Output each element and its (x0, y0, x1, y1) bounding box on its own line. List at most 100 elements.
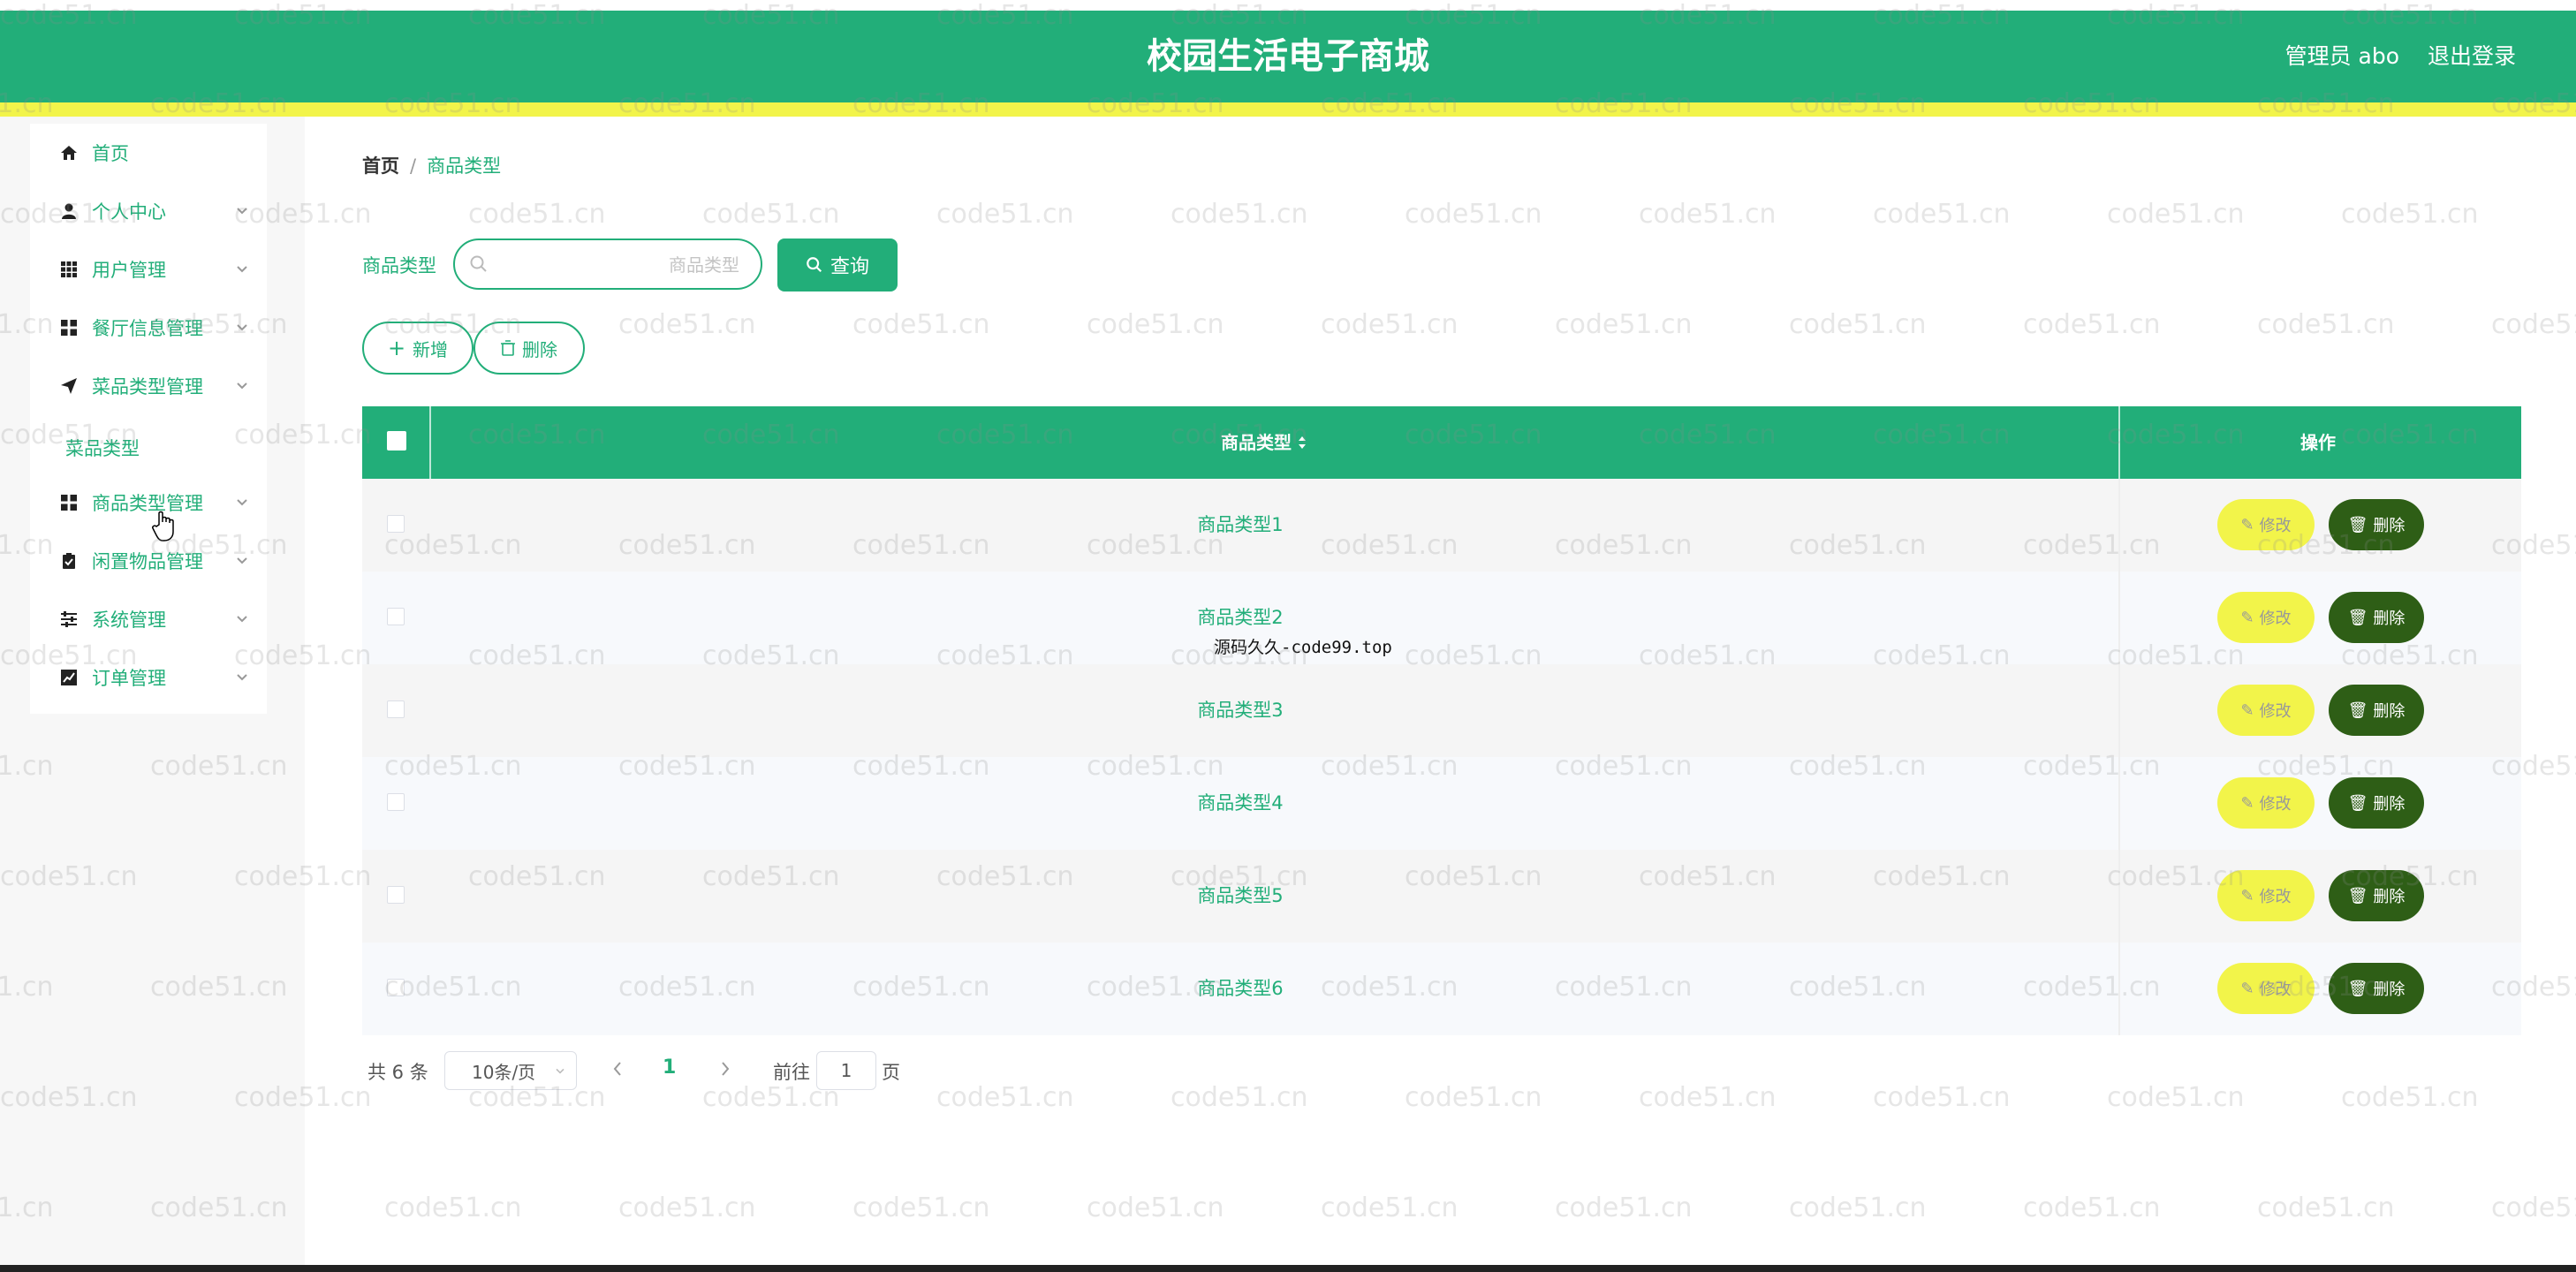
delete-button[interactable]: 🗑 删除 (2329, 685, 2424, 736)
send-icon (60, 377, 78, 395)
sidebar-item-dish-types[interactable]: 菜品类型管理 (30, 357, 267, 415)
delete-button[interactable]: 🗑 删除 (2329, 870, 2424, 921)
table-row: 商品类型2 ✎ 修改 🗑 删除 (362, 572, 2521, 664)
query-button[interactable]: 查询 (777, 238, 898, 292)
sidebar-item-idle-goods[interactable]: 闲置物品管理 (30, 532, 267, 590)
clipboard-icon (60, 552, 78, 570)
sidebar-item-system[interactable]: 系统管理 (30, 590, 267, 648)
sidebar-item-profile[interactable]: 个人中心 (30, 182, 267, 240)
column-divider (2118, 943, 2120, 1035)
sidebar-item-label: 菜品类型管理 (92, 376, 203, 398)
chevron-down-icon (237, 499, 247, 506)
watermark-text: code51.cn (2107, 1082, 2245, 1113)
edit-button[interactable]: ✎ 修改 (2217, 963, 2315, 1014)
sidebar-item-label: 闲置物品管理 (92, 551, 203, 572)
table-header: 商品类型 操作 (362, 406, 2521, 479)
sidebar-item-orders[interactable]: 订单管理 (30, 648, 267, 707)
breadcrumb-home[interactable]: 首页 (362, 155, 399, 177)
delete-button[interactable]: 🗑 删除 (2329, 592, 2424, 643)
edit-button[interactable]: ✎ 修改 (2217, 685, 2315, 736)
sidebar: 首页 个人中心 用户管理 餐厅信息管理 菜品类型管理 菜品类型 商品类型管理 闲… (30, 124, 267, 714)
edit-icon: ✎ (2240, 700, 2254, 720)
add-button[interactable]: + 新增 (362, 322, 474, 375)
watermark-text: code51.cn (1639, 199, 1777, 230)
edit-button[interactable]: ✎ 修改 (2217, 592, 2315, 643)
delete-button[interactable]: 🗑 删除 (2329, 499, 2424, 550)
edit-icon: ✎ (2240, 793, 2254, 813)
column-divider (2118, 850, 2120, 943)
watermark-text: code51.cn (852, 309, 990, 340)
edit-button-label: 修改 (2259, 610, 2292, 628)
chevron-down-icon (237, 208, 247, 215)
watermark-text: code51.cn (1087, 309, 1224, 340)
watermark-text: code51.cn (2341, 1082, 2479, 1113)
trash-icon: 🗑 (2347, 979, 2368, 998)
bulk-delete-button[interactable]: 删除 (474, 322, 585, 375)
delete-button-label: 删除 (2373, 888, 2406, 906)
watermark-text: code51.cn (384, 1192, 522, 1223)
delete-button[interactable]: 🗑 删除 (2329, 963, 2424, 1014)
watermark-text: code51.cn (2341, 199, 2479, 230)
watermark-text: code51.cn (1321, 1192, 1458, 1223)
watermark-text: code51.cn (1405, 1082, 1542, 1113)
column-divider (2118, 479, 2120, 572)
sidebar-item-home[interactable]: 首页 (30, 124, 267, 182)
watermark-text: code51.cn (702, 199, 840, 230)
table-row: 商品类型5 ✎ 修改 🗑 删除 (362, 850, 2521, 943)
chevron-down-icon (237, 266, 247, 273)
watermark-text: code51.cn (1789, 309, 1927, 340)
column-divider (2118, 757, 2120, 850)
watermark-text: code51.cn (2023, 309, 2161, 340)
watermark-text: code51.cn (1555, 1192, 1693, 1223)
search-label: 商品类型 (362, 255, 436, 276)
app-title: 校园生活电子商城 (1147, 36, 1429, 77)
breadcrumb: 首页 / 商品类型 (362, 152, 501, 178)
page-size-select[interactable]: 10条/页 (444, 1051, 577, 1090)
edit-button[interactable]: ✎ 修改 (2217, 777, 2315, 829)
cell-type: 商品类型5 (1197, 885, 1284, 906)
page-number[interactable]: 1 (663, 1056, 676, 1079)
delete-button-label: 删除 (2373, 980, 2406, 999)
sidebar-item-label: 订单管理 (92, 668, 166, 689)
chevron-down-icon (237, 557, 247, 564)
sidebar-item-product-types[interactable]: 商品类型管理 (30, 473, 267, 532)
next-page-icon[interactable] (716, 1056, 735, 1081)
watermark-text: code51.cn (1873, 1082, 2011, 1113)
edit-button[interactable]: ✎ 修改 (2217, 499, 2315, 550)
search-icon (807, 257, 822, 273)
breadcrumb-current: 商品类型 (427, 155, 502, 177)
header-accent-strip (0, 102, 2576, 117)
sidebar-item-restaurant[interactable]: 餐厅信息管理 (30, 299, 267, 357)
sidebar-item-label: 系统管理 (92, 610, 166, 631)
query-button-label: 查询 (830, 256, 869, 278)
watermark-text: code51.cn (2257, 309, 2395, 340)
trash-icon (501, 340, 515, 356)
trash-icon: 🗑 (2347, 793, 2368, 813)
watermark-text: code51.cn (1873, 199, 2011, 230)
column-header-type[interactable]: 商品类型 (1221, 406, 1307, 479)
select-all-checkbox[interactable] (387, 431, 406, 450)
column-divider (2118, 572, 2120, 664)
logout-link[interactable]: 退出登录 (2428, 11, 2516, 102)
edit-button-label: 修改 (2259, 795, 2292, 814)
sidebar-item-label: 商品类型管理 (92, 493, 203, 514)
submenu-item-dish-type[interactable]: 菜品类型 (65, 435, 140, 461)
chevron-down-icon (237, 324, 247, 331)
delete-button[interactable]: 🗑 删除 (2329, 777, 2424, 829)
edit-button[interactable]: ✎ 修改 (2217, 870, 2315, 921)
watermark-text: code51.cn (1789, 1192, 1927, 1223)
cell-type: 商品类型1 (1197, 514, 1284, 535)
sidebar-item-label: 首页 (92, 143, 129, 164)
search-input[interactable] (499, 249, 741, 281)
sidebar-item-users[interactable]: 用户管理 (30, 240, 267, 299)
chevron-down-icon (237, 616, 247, 623)
watermark-text: code51.cn (2023, 1192, 2161, 1223)
search-box[interactable] (453, 238, 762, 290)
edit-button-label: 修改 (2259, 980, 2292, 999)
chart-icon (60, 669, 78, 686)
goto-page-input[interactable] (816, 1051, 876, 1090)
watermark-text: code51.cn (618, 309, 756, 340)
watermark-text: code51.cn (1171, 1082, 1308, 1113)
prev-page-icon[interactable] (608, 1056, 627, 1081)
sidebar-item-label: 个人中心 (92, 201, 166, 223)
